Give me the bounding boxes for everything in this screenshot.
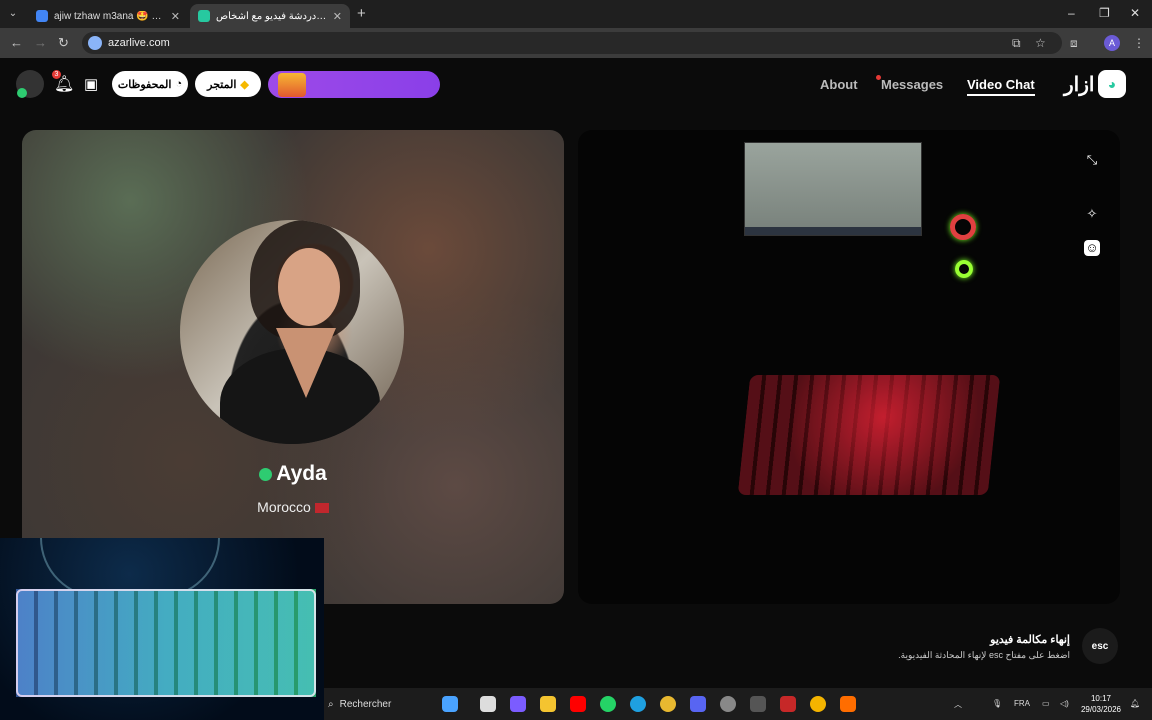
volume-icon[interactable]: ◁) xyxy=(1060,699,1069,708)
file-explorer-icon[interactable] xyxy=(540,696,556,712)
treasure-chest-icon xyxy=(278,73,306,97)
verified-badge-icon xyxy=(259,467,273,481)
search-placeholder: Rechercher xyxy=(339,698,392,710)
history-button[interactable]: المحفوظات ◔ xyxy=(112,71,188,97)
discord-icon[interactable] xyxy=(690,696,706,712)
whatsapp-icon[interactable] xyxy=(600,696,616,712)
tab-search-icon[interactable]: ⌄ xyxy=(6,7,20,21)
clock-time: 10:17 xyxy=(1090,694,1112,703)
azar-logo-icon[interactable]: ◕ xyxy=(1098,70,1126,98)
browser-tab-stream[interactable]: ajiw tzhaw m3ana 🤩 - ادة البث ✕ xyxy=(28,4,188,28)
obs-icon[interactable] xyxy=(720,696,736,712)
close-window-button[interactable]: ✕ xyxy=(1130,6,1140,20)
camera-scene-keyboard xyxy=(737,375,1001,495)
copilot-icon[interactable] xyxy=(442,696,458,712)
end-call-esc-button[interactable]: esc xyxy=(1082,628,1118,664)
nav-messages[interactable]: Messages xyxy=(881,77,943,92)
promo-banner[interactable] xyxy=(268,71,440,98)
youtube-icon[interactable] xyxy=(570,696,586,712)
partner-video-panel: Ayda Morocco xyxy=(22,130,564,604)
minimize-view-icon[interactable]: ⤡ xyxy=(1084,152,1100,168)
end-call-title: إنهاء مكالمة فيديو xyxy=(990,634,1070,646)
shield-icon xyxy=(17,88,27,98)
tab-title: أزار: دردشة فيديو مع أشخاص xyxy=(216,10,327,22)
keyboard-glow xyxy=(737,375,1001,495)
nav-about[interactable]: About xyxy=(820,77,858,92)
morocco-flag-icon xyxy=(314,503,329,514)
inbox-icon[interactable]: ▣ xyxy=(84,75,98,93)
extensions-icon[interactable]: ⧈ xyxy=(1070,36,1078,51)
edge-icon[interactable] xyxy=(630,696,646,712)
browser-menu-icon[interactable]: ⋮ xyxy=(1133,36,1145,50)
minimize-button[interactable]: – xyxy=(1068,6,1075,20)
partner-country-row: Morocco xyxy=(22,499,564,515)
tab-favicon-icon xyxy=(36,10,48,22)
task-view-icon[interactable] xyxy=(480,696,496,712)
notification-badge: 3 xyxy=(52,70,61,79)
app-icon[interactable] xyxy=(780,696,796,712)
keyboard-glow xyxy=(16,589,316,697)
partner-country: Morocco xyxy=(257,499,311,515)
search-icon: ⌕ xyxy=(328,698,334,710)
notifications-icon[interactable]: 🔔︎ xyxy=(1130,699,1140,708)
chrome-icon[interactable] xyxy=(660,696,676,712)
address-bar[interactable]: azarlive.com xyxy=(82,32,1062,54)
microphone-app-icon[interactable] xyxy=(840,696,856,712)
windows-taskbar: ⌕ Rechercher ︿ 🎙︎ FRA ▭ ◁) 10:17 29/03/2… xyxy=(324,688,1152,720)
terminal-icon[interactable] xyxy=(750,696,766,712)
tab-close-icon[interactable]: ✕ xyxy=(171,10,180,23)
partner-name: Ayda xyxy=(276,462,327,485)
camera-scene-light-ring xyxy=(950,214,976,240)
tab-favicon-icon xyxy=(198,10,210,22)
clock-icon: ◔ xyxy=(175,78,183,90)
tab-close-icon[interactable]: ✕ xyxy=(333,10,342,23)
store-label: المتجر xyxy=(207,78,237,91)
back-icon[interactable]: ← xyxy=(10,35,23,50)
language-indicator[interactable]: FRA xyxy=(1014,699,1030,708)
logo-text[interactable]: ازار xyxy=(1064,72,1094,97)
new-tab-button[interactable]: + xyxy=(357,5,366,22)
gem-icon: ◆ xyxy=(240,78,249,91)
network-icon[interactable]: ▭ xyxy=(1042,699,1050,708)
browser-tabstrip: ⌄ ajiw tzhaw m3ana 🤩 - ادة البث ✕ أزار: … xyxy=(0,0,1152,28)
camera-scene-monitor xyxy=(744,142,922,236)
screen: ⌄ ajiw tzhaw m3ana 🤩 - ادة البث ✕ أزار: … xyxy=(0,0,1152,720)
bookmark-star-icon[interactable]: ☆ xyxy=(1035,36,1046,50)
browser-tab-azar[interactable]: أزار: دردشة فيديو مع أشخاص ✕ xyxy=(190,4,350,28)
history-label: المحفوظات xyxy=(117,78,172,91)
camera-scene-light-ring xyxy=(955,260,973,278)
streamer-webcam-overlay xyxy=(0,538,324,720)
forward-icon[interactable]: → xyxy=(34,35,47,50)
photo-face xyxy=(278,248,340,326)
taskbar-clock[interactable]: 10:17 29/03/2026 xyxy=(1076,693,1126,715)
partner-name-row: Ayda xyxy=(22,462,564,486)
end-call-description: اضغط على مفتاح esc لإنهاء المحادثة الفيد… xyxy=(898,650,1070,660)
tray-chevron-icon[interactable]: ︿ xyxy=(954,699,962,710)
tab-title: ajiw tzhaw m3ana 🤩 - ادة البث xyxy=(54,10,165,22)
site-info-icon[interactable] xyxy=(88,36,102,50)
chrome-alt-icon[interactable] xyxy=(810,696,826,712)
url-text: azarlive.com xyxy=(108,37,170,49)
teams-icon[interactable] xyxy=(510,696,526,712)
mic-tray-icon[interactable]: 🎙︎ xyxy=(992,699,1002,708)
site-header: 🔔︎ 3 ▣ المحفوظات ◔ المتجر ◆ About Messag… xyxy=(0,58,1152,110)
reload-icon[interactable]: ↻ xyxy=(58,35,69,51)
browser-toolbar: ← → ↻ azarlive.com ⧉ ☆ ⧈ ⋮ xyxy=(0,28,1152,58)
magic-effects-icon[interactable]: ✧ xyxy=(1084,206,1100,222)
clock-date: 29/03/2026 xyxy=(1080,705,1122,714)
face-filter-icon[interactable]: ☺ xyxy=(1084,240,1100,256)
browser-profile-avatar[interactable]: A xyxy=(1104,35,1120,51)
monitor-taskbar xyxy=(745,227,921,235)
store-button[interactable]: المتجر ◆ xyxy=(195,71,261,97)
partner-profile-photo xyxy=(180,220,404,444)
self-camera-panel: ⤡ ✧ ☺ xyxy=(578,130,1120,604)
nav-video-chat[interactable]: Video Chat xyxy=(967,77,1035,96)
maximize-button[interactable]: ❐ xyxy=(1099,6,1110,20)
cast-icon[interactable]: ⧉ xyxy=(1012,36,1021,51)
